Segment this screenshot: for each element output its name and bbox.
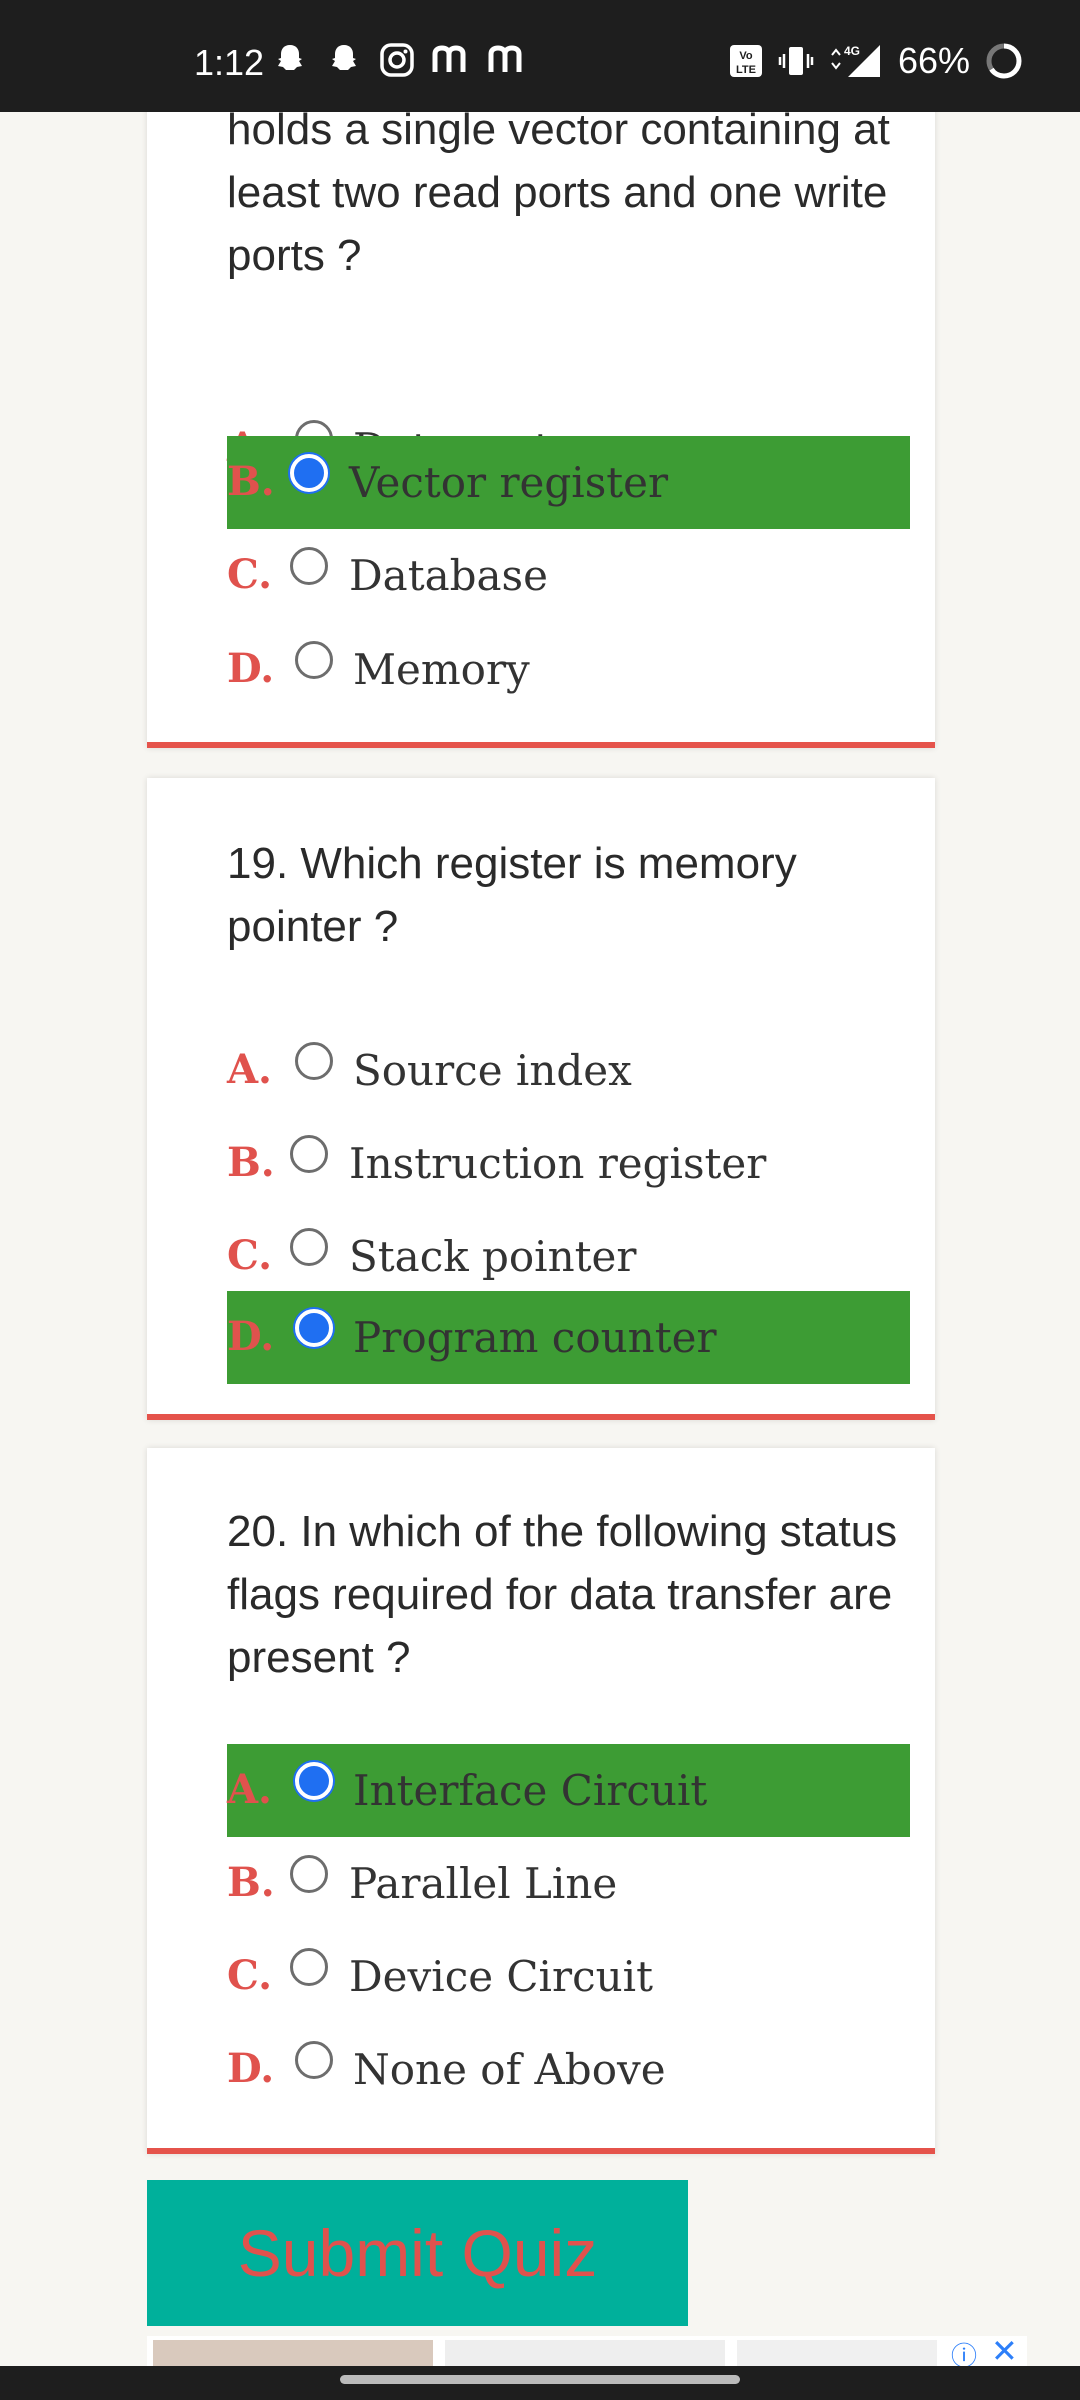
m-icon xyxy=(488,45,522,72)
option-b[interactable]: B. Parallel Line xyxy=(227,1837,910,1930)
option-letter: C. xyxy=(227,1232,273,1279)
ad-close-icon[interactable]: ✕ xyxy=(991,2336,1018,2366)
radio-button[interactable] xyxy=(290,1135,328,1173)
ad-banner[interactable]: ⓘ ✕ xyxy=(147,2336,1027,2366)
option-d[interactable]: D. Program counter xyxy=(227,1291,910,1384)
option-letter: D. xyxy=(227,2045,275,2092)
option-letter: B. xyxy=(227,458,275,505)
option-letter: C. xyxy=(227,551,273,598)
instagram-icon xyxy=(380,43,414,77)
volte-icon: Vo LTE xyxy=(729,45,762,77)
option-letter: B. xyxy=(227,1859,275,1906)
option-label: Stack pointer xyxy=(349,1232,637,1281)
ad-thumbnail[interactable] xyxy=(153,2340,433,2366)
option-a[interactable]: A. Interface Circuit xyxy=(227,1744,910,1837)
battery-ring-icon xyxy=(986,43,1022,79)
home-gesture-handle[interactable] xyxy=(340,2375,740,2384)
option-label: Parallel Line xyxy=(349,1859,618,1908)
radio-button[interactable] xyxy=(290,1948,328,1986)
option-c[interactable]: C. Database xyxy=(227,529,910,622)
status-time: 1:12 xyxy=(194,42,265,83)
ad-info-icon[interactable]: ⓘ xyxy=(951,2336,977,2366)
svg-text:4G: 4G xyxy=(844,44,860,58)
snapchat-icon xyxy=(278,45,302,70)
option-letter: A. xyxy=(227,1046,272,1093)
option-c[interactable]: C. Stack pointer xyxy=(227,1210,910,1303)
option-letter: C. xyxy=(227,1952,273,1999)
option-b[interactable]: B. Instruction register xyxy=(227,1117,910,1210)
ad-thumbnail[interactable] xyxy=(445,2340,725,2366)
question-text: 20. In which of the following status fla… xyxy=(227,1507,898,1682)
option-c[interactable]: C. Device Circuit xyxy=(227,1930,910,2023)
option-label: Device Circuit xyxy=(349,1952,653,2001)
radio-button-selected[interactable] xyxy=(290,454,328,492)
radio-button-selected[interactable] xyxy=(295,1762,333,1800)
svg-text:LTE: LTE xyxy=(736,64,756,76)
option-label: Vector register xyxy=(349,458,669,507)
option-d[interactable]: D. Memory xyxy=(227,623,910,716)
ad-thumbnail[interactable] xyxy=(737,2340,937,2366)
radio-button-selected[interactable] xyxy=(295,1309,333,1347)
system-icons: Vo LTE 4G 66% xyxy=(728,40,1024,82)
option-letter: A. xyxy=(227,1766,272,1813)
4g-signal-icon: 4G xyxy=(831,44,880,77)
radio-button[interactable] xyxy=(290,1228,328,1266)
vibrate-icon xyxy=(778,47,814,75)
question-text: 19. Which register is memory pointer ? xyxy=(227,839,797,951)
question-card-19: 19. Which register is memory pointer ? A… xyxy=(147,778,935,1420)
question-card-20: 20. In which of the following status fla… xyxy=(147,1448,935,2154)
m-icon xyxy=(432,45,466,72)
radio-button[interactable] xyxy=(295,1042,333,1080)
status-bar: 1:12 Vo LTE 4G 66% xyxy=(0,0,1080,112)
navigation-bar xyxy=(0,2366,1080,2400)
question-text: holds a single vector containing at leas… xyxy=(227,105,890,280)
option-a[interactable]: A. Source index xyxy=(227,1024,910,1117)
option-label: Memory xyxy=(353,645,530,694)
option-letter: B. xyxy=(227,1139,275,1186)
question-card-18: holds a single vector containing at leas… xyxy=(147,90,935,748)
option-label: Database xyxy=(349,551,548,600)
snapchat-icon xyxy=(332,45,356,70)
option-label: Interface Circuit xyxy=(353,1766,708,1815)
option-label: Source index xyxy=(353,1046,632,1095)
option-letter: D. xyxy=(227,1313,275,1360)
submit-quiz-button[interactable]: Submit Quiz xyxy=(147,2180,688,2326)
option-b[interactable]: B. Vector register xyxy=(227,436,910,529)
svg-text:Vo: Vo xyxy=(739,50,753,62)
radio-button[interactable] xyxy=(295,641,333,679)
option-label: None of Above xyxy=(353,2045,666,2094)
notification-icons xyxy=(270,40,528,80)
radio-button[interactable] xyxy=(290,1855,328,1893)
option-letter: D. xyxy=(227,645,275,692)
option-label: Program counter xyxy=(353,1313,717,1362)
radio-button[interactable] xyxy=(290,547,328,585)
radio-button[interactable] xyxy=(295,2041,333,2079)
battery-percentage: 66% xyxy=(897,40,970,81)
option-d[interactable]: D. None of Above xyxy=(227,2023,910,2116)
option-label: Instruction register xyxy=(349,1139,767,1188)
